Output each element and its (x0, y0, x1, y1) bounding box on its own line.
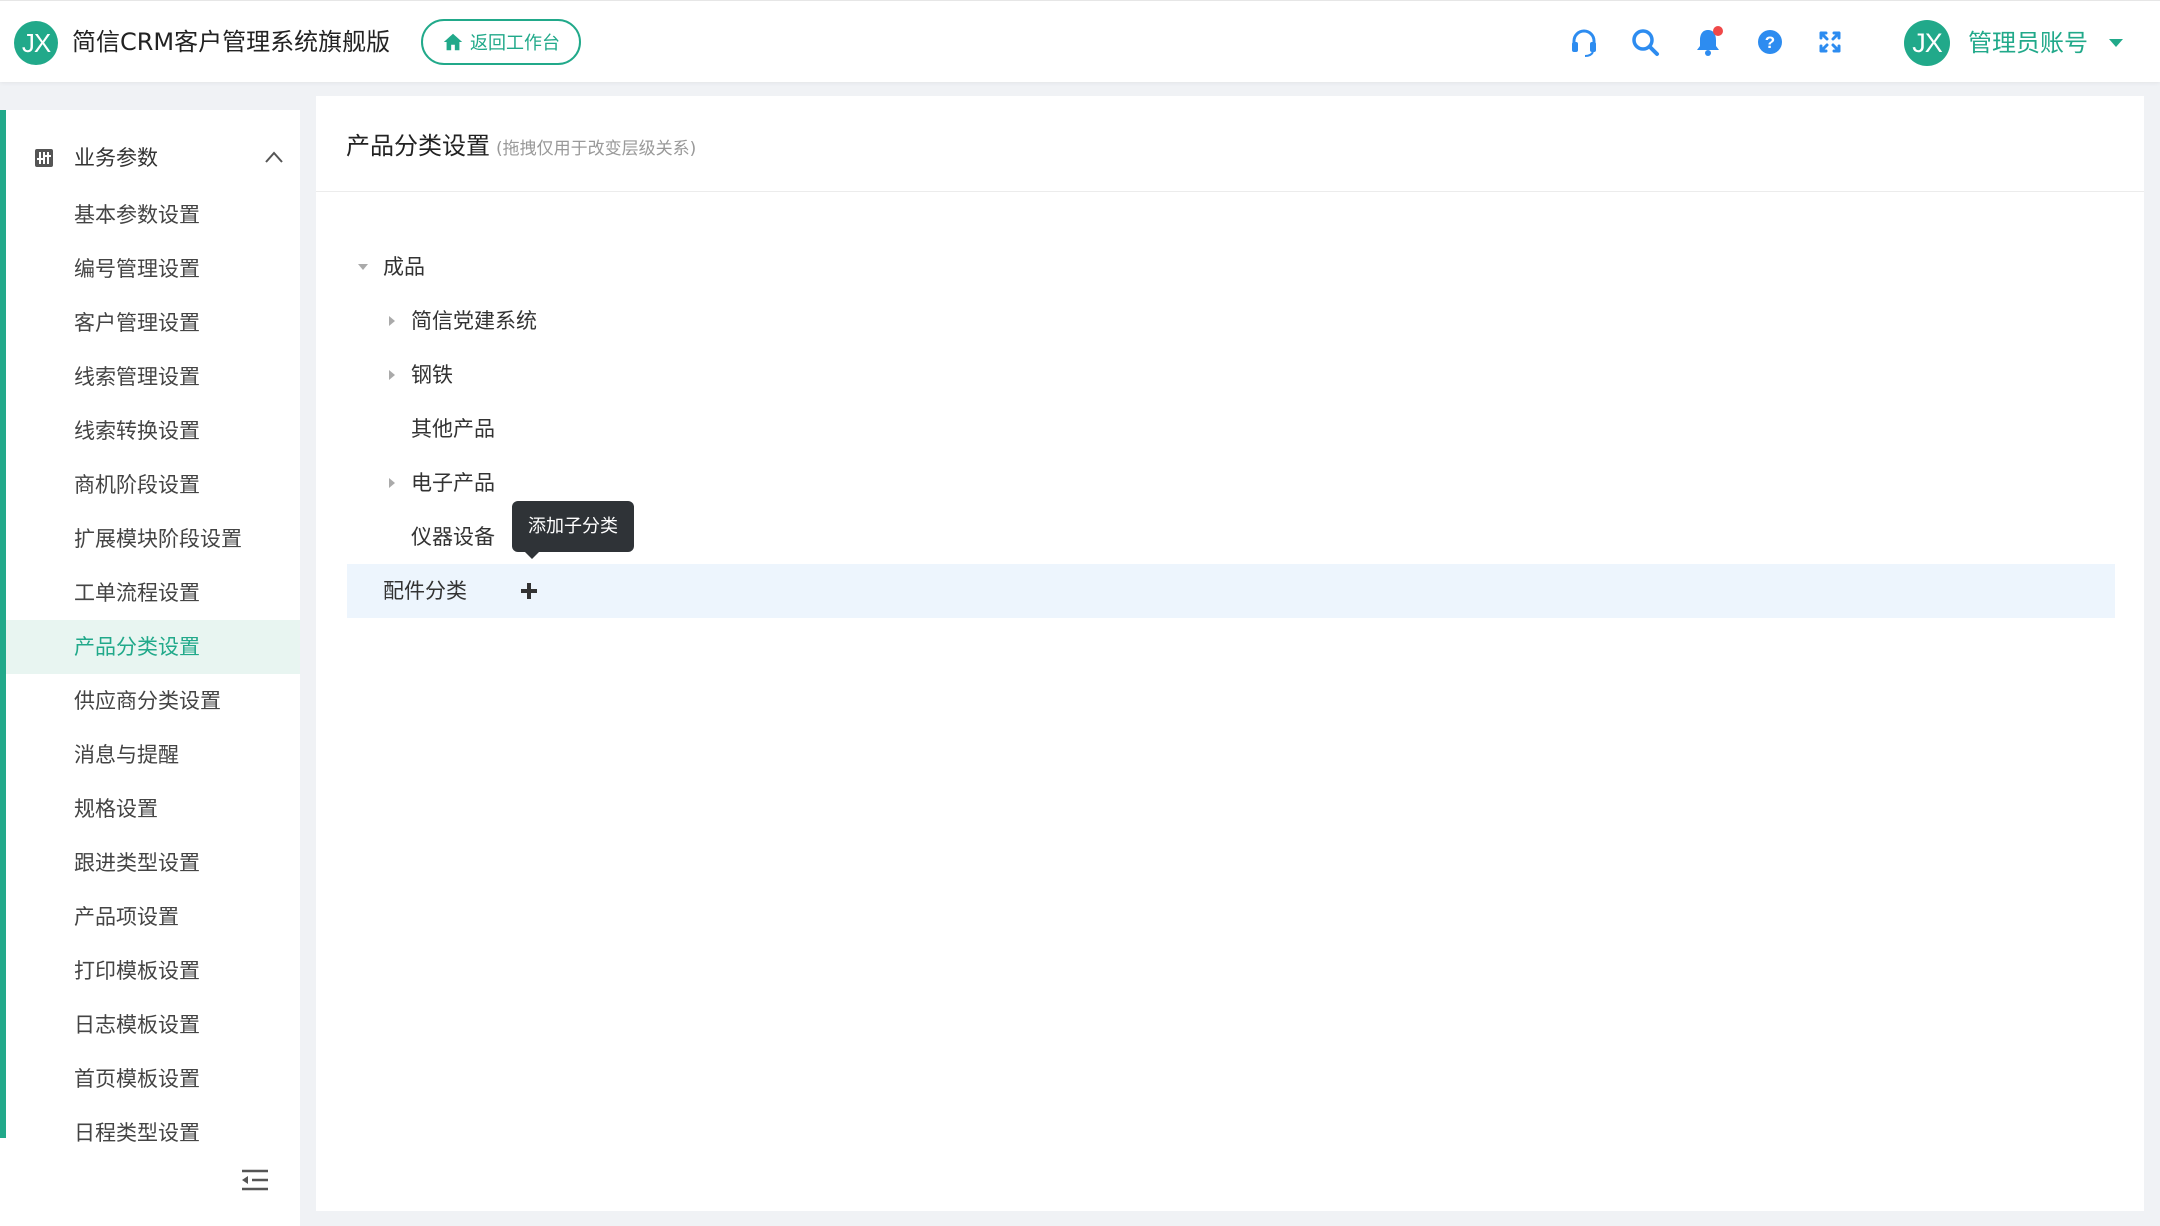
sidebar-item[interactable]: 线索管理设置 (6, 350, 300, 404)
bell-icon[interactable] (1691, 25, 1725, 59)
tree-node-label: 配件分类 (383, 579, 467, 603)
sidebar-item[interactable]: 跟进类型设置 (6, 836, 300, 890)
tree-node[interactable]: 钢铁 (347, 348, 2115, 402)
tree-node-label: 仪器设备 (411, 525, 495, 549)
tree-node[interactable]: 简信党建系统 (347, 294, 2115, 348)
caret-down-icon[interactable] (358, 262, 368, 272)
page-hint: (拖拽仅用于改变层级关系) (496, 139, 697, 159)
sidebar-item[interactable]: 客户管理设置 (6, 296, 300, 350)
back-to-workbench-button[interactable]: 返回工作台 (421, 19, 581, 65)
logo-badge: JX (14, 21, 58, 65)
tree-node-label: 简信党建系统 (411, 309, 537, 333)
headset-icon[interactable] (1567, 25, 1601, 59)
user-name[interactable]: 管理员账号 (1968, 27, 2088, 59)
tree-node-label: 钢铁 (411, 363, 453, 387)
sidebar-item[interactable]: 工单流程设置 (6, 566, 300, 620)
app-title: 简信CRM客户管理系统旗舰版 (72, 28, 391, 56)
sidebar-item[interactable]: 供应商分类设置 (6, 674, 300, 728)
tree-node[interactable]: 配件分类 (347, 564, 2115, 618)
sidebar-item[interactable]: 编号管理设置 (6, 242, 300, 296)
plus-icon[interactable] (517, 579, 541, 603)
tree-node[interactable]: 其他产品 (347, 402, 2115, 456)
user-avatar[interactable]: JX (1904, 20, 1950, 66)
search-icon[interactable] (1628, 25, 1662, 59)
sidebar-item[interactable]: 产品项设置 (6, 890, 300, 944)
main-panel: 产品分类设置 (拖拽仅用于改变层级关系) 成品简信党建系统 钢铁其他产品电子产品仪器… (316, 96, 2144, 1211)
chevron-up-icon (265, 151, 283, 163)
page-title: 产品分类设置 (拖拽仅用于改变层级关系) (346, 130, 696, 165)
sidebar-menu: 基本参数设置 编号管理设置 客户管理设置 线索管理设置 线索转换设置 商机阶段设置 扩展模块… (6, 188, 300, 1160)
sidebar-item[interactable]: 首页模板设置 (6, 1052, 300, 1106)
add-subcategory-tooltip: 添加子分类 (512, 501, 634, 552)
caret-down-icon[interactable] (2108, 37, 2124, 49)
sidebar-item[interactable]: 日程类型设置 (6, 1106, 300, 1160)
sidebar-item[interactable]: 打印模板设置 (6, 944, 300, 998)
sidebar-item[interactable]: 日志模板设置 (6, 998, 300, 1052)
tree-node-label: 其他产品 (411, 417, 495, 441)
sidebar-item[interactable]: 规格设置 (6, 782, 300, 836)
help-icon[interactable]: ? (1753, 25, 1787, 59)
tree-node-label: 电子产品 (411, 471, 495, 495)
sidebar-group-business-params[interactable]: 业务参数 (6, 128, 300, 188)
page-title-text: 产品分类设置 (346, 132, 490, 160)
category-tree: 成品简信党建系统 钢铁其他产品电子产品仪器设备配件分类 (347, 240, 2115, 618)
sidebar-group-label: 业务参数 (74, 146, 158, 170)
tree-node-label: 成品 (383, 255, 425, 279)
caret-right-icon[interactable] (387, 370, 397, 380)
sidebar-item[interactable]: 基本参数设置 (6, 188, 300, 242)
top-header: JX 简信CRM客户管理系统旗舰版 返回工作台 ? JX 管理员账号 (0, 0, 2160, 82)
caret-right-icon[interactable] (387, 478, 397, 488)
sidebar-item[interactable]: 商机阶段设置 (6, 458, 300, 512)
tooltip-arrow (524, 551, 540, 559)
notification-dot (1713, 26, 1723, 36)
collapse-menu-icon[interactable] (240, 1168, 270, 1192)
caret-right-icon[interactable] (387, 316, 397, 326)
home-icon (443, 33, 463, 51)
sidebar: 业务参数 基本参数设置 编号管理设置 客户管理设置 线索管理设置 线索转换设置 商机阶段设… (0, 110, 300, 1226)
fullscreen-icon[interactable] (1813, 25, 1847, 59)
back-button-label: 返回工作台 (470, 33, 560, 54)
sidebar-item[interactable]: 产品分类设置 (6, 620, 300, 674)
tree-node[interactable]: 成品 (347, 240, 2115, 294)
sidebar-item[interactable]: 线索转换设置 (6, 404, 300, 458)
sidebar-item[interactable]: 扩展模块阶段设置 (6, 512, 300, 566)
panel-header: 产品分类设置 (拖拽仅用于改变层级关系) (316, 96, 2144, 192)
sidebar-item[interactable]: 消息与提醒 (6, 728, 300, 782)
settings-grid-icon (35, 149, 53, 167)
svg-text:?: ? (1765, 33, 1775, 52)
